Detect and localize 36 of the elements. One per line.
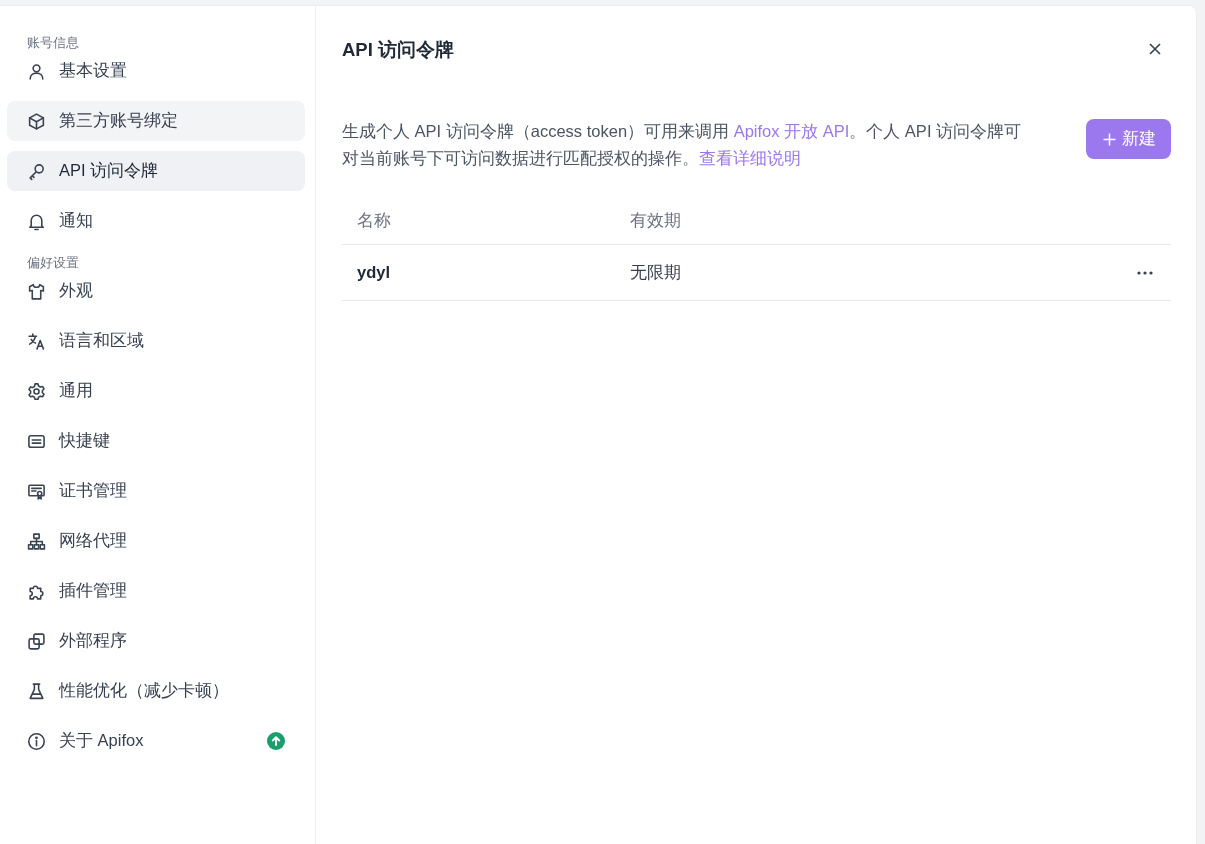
sidebar-item[interactable]: API 访问令牌 bbox=[7, 151, 305, 191]
section-title: 账号信息 bbox=[26, 34, 80, 52]
description-text: 生成个人 API 访问令牌（access token）可用来调用 Apifox 开放 API。个人 API 访问令牌可对当前账号下可访问数据进行匹配授权的操作。查看详细说明 bbox=[342, 121, 1023, 169]
dialog-title: API 访问令牌 bbox=[342, 37, 454, 62]
table-cell: 无限期 bbox=[615, 244, 954, 301]
sidebar-item[interactable]: 语言和区域 bbox=[7, 321, 305, 361]
column-header: 名称 bbox=[342, 198, 615, 245]
sidebar-item[interactable]: 性能优化（减少卡顿） bbox=[7, 671, 305, 711]
flask-icon bbox=[27, 681, 46, 701]
windows-icon bbox=[27, 631, 46, 651]
certificate-icon bbox=[27, 481, 46, 501]
user-icon bbox=[27, 61, 46, 81]
sidebar-item[interactable]: 外观 bbox=[7, 271, 305, 311]
sidebar-item[interactable]: 通知 bbox=[7, 201, 305, 241]
shirt-icon bbox=[27, 281, 46, 301]
sidebar-item[interactable]: 基本设置 bbox=[7, 51, 305, 91]
sidebar-item[interactable]: 关于 Apifox bbox=[7, 721, 305, 761]
sidebar-item[interactable]: 证书管理 bbox=[7, 471, 305, 511]
sidebar-item[interactable]: 快捷键 bbox=[7, 421, 305, 461]
sidebar-item[interactable]: 第三方账号绑定 bbox=[7, 101, 305, 141]
plus-icon bbox=[1103, 132, 1116, 146]
info-icon bbox=[27, 731, 46, 751]
section-title: 偏好设置 bbox=[26, 254, 80, 272]
table-cell: ydyl bbox=[342, 244, 615, 301]
translate-icon bbox=[27, 331, 46, 351]
network-icon bbox=[27, 531, 46, 551]
column-header: 有效期 bbox=[615, 198, 954, 245]
details-link[interactable]: 查看详细说明 bbox=[699, 149, 801, 167]
sidebar-item[interactable]: 网络代理 bbox=[7, 521, 305, 561]
settings-icon bbox=[27, 381, 46, 401]
bell-icon bbox=[27, 211, 46, 231]
sidebar-item[interactable]: 插件管理 bbox=[7, 571, 305, 611]
cube-icon bbox=[27, 111, 46, 131]
sidebar-item[interactable]: 通用 bbox=[7, 371, 305, 411]
key-icon bbox=[27, 161, 46, 181]
sidebar-item[interactable]: 外部程序 bbox=[7, 621, 305, 661]
